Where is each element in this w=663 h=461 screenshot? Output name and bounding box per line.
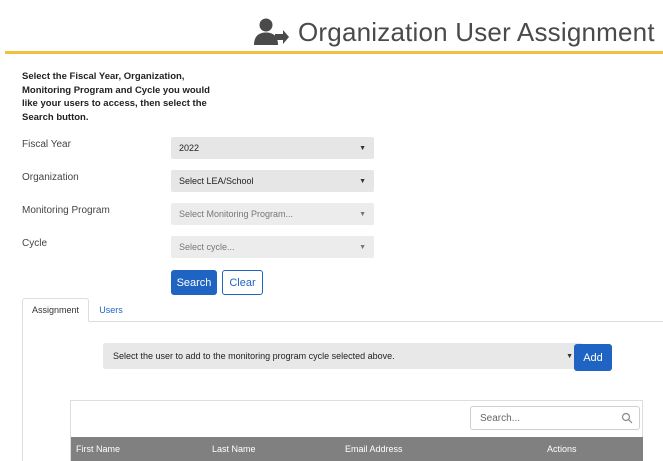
cycle-select[interactable]: Select cycle... ▼ xyxy=(171,236,374,258)
fiscal-year-value: 2022 xyxy=(179,143,200,153)
caret-down-icon: ▼ xyxy=(566,352,573,360)
caret-down-icon: ▼ xyxy=(359,177,366,185)
column-header-last-name[interactable]: Last Name xyxy=(212,437,256,461)
monitoring-program-label: Monitoring Program xyxy=(22,205,110,216)
table-search-placeholder: Search... xyxy=(480,412,521,424)
organization-value: Select LEA/School xyxy=(179,176,254,186)
fiscal-year-select[interactable]: 2022 ▼ xyxy=(171,137,374,159)
page-header: Organization User Assignment xyxy=(252,14,663,50)
header-divider xyxy=(5,51,663,54)
users-arrow-icon xyxy=(254,18,289,45)
clear-button[interactable]: Clear xyxy=(222,270,263,295)
monitoring-program-value: Select Monitoring Program... xyxy=(179,209,294,219)
tab-assignment[interactable]: Assignment xyxy=(22,298,89,322)
column-header-email-address[interactable]: Email Address xyxy=(345,437,403,461)
user-select-placeholder: Select the user to add to the monitoring… xyxy=(113,351,395,361)
tab-panel-border xyxy=(22,322,23,461)
add-button[interactable]: Add xyxy=(574,344,612,371)
cycle-label: Cycle xyxy=(22,238,48,249)
cycle-value: Select cycle... xyxy=(179,242,235,252)
organization-label: Organization xyxy=(22,172,79,183)
column-header-actions: Actions xyxy=(547,444,577,454)
column-header-first-name[interactable]: First Name xyxy=(76,437,120,461)
search-button[interactable]: Search xyxy=(171,270,217,295)
caret-down-icon: ▼ xyxy=(359,243,366,251)
search-icon xyxy=(621,412,633,424)
page-title: Organization User Assignment xyxy=(298,16,655,47)
monitoring-program-select[interactable]: Select Monitoring Program... ▼ xyxy=(171,203,374,225)
tab-users[interactable]: Users xyxy=(96,298,126,322)
table-search-input[interactable]: Search... xyxy=(470,406,640,430)
organization-select[interactable]: Select LEA/School ▼ xyxy=(171,170,374,192)
caret-down-icon: ▼ xyxy=(359,210,366,218)
fiscal-year-label: Fiscal Year xyxy=(22,139,71,150)
instructions-text: Select the Fiscal Year, Organization, Mo… xyxy=(22,71,210,123)
user-select[interactable]: Select the user to add to the monitoring… xyxy=(103,343,583,369)
caret-down-icon: ▼ xyxy=(359,144,366,152)
